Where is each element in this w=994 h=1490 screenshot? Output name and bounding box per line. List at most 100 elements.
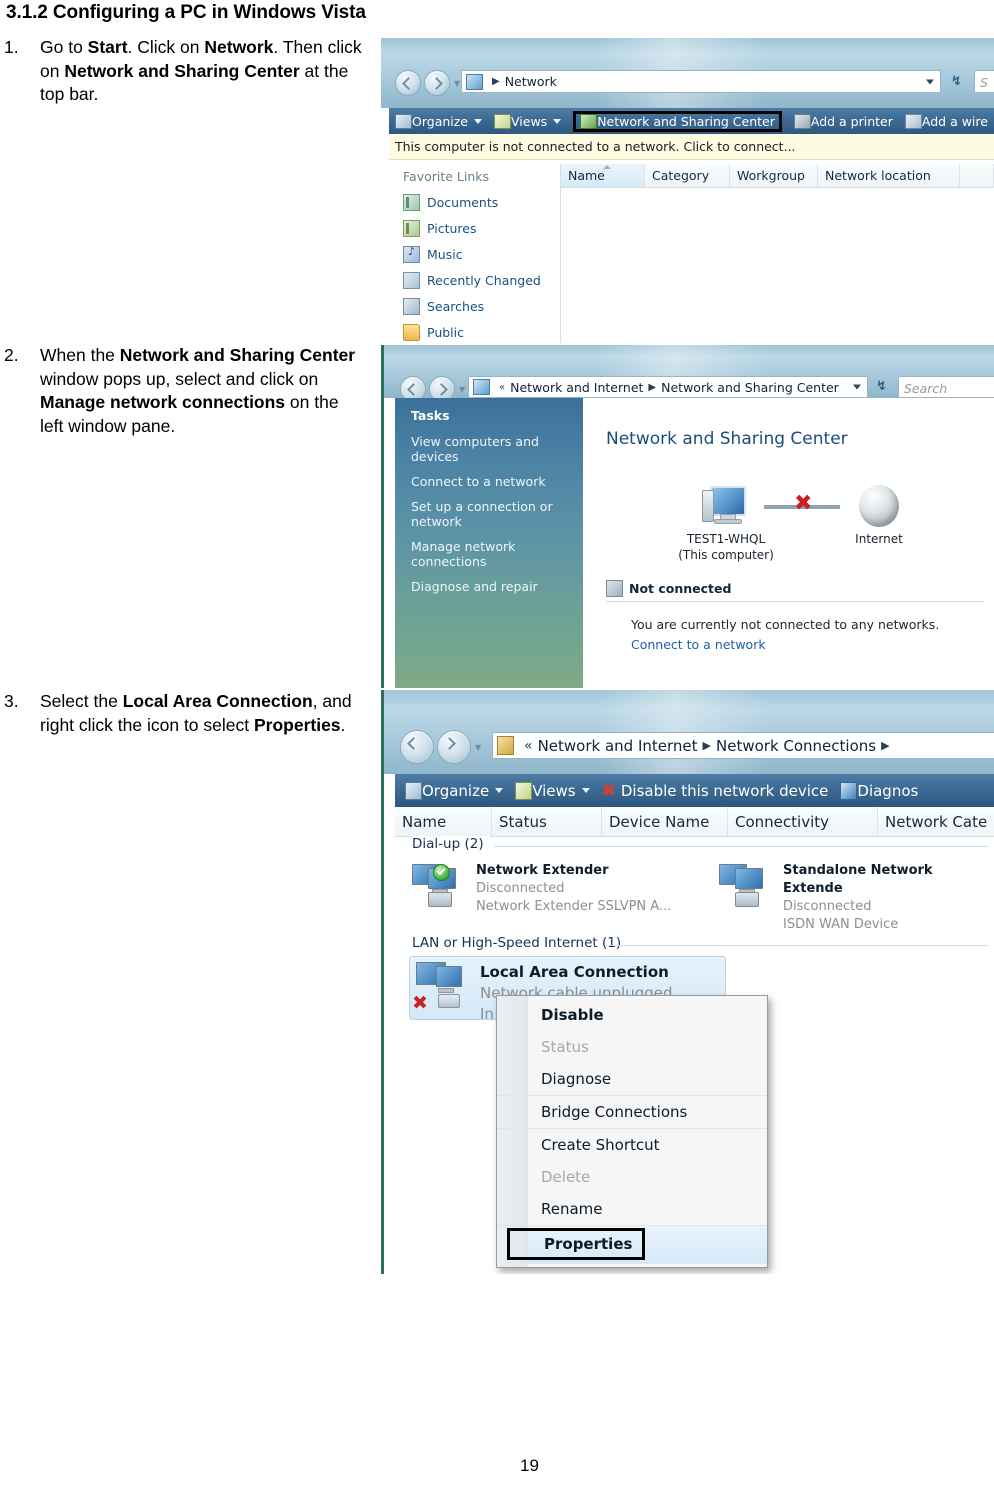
monitor-screen-icon (436, 966, 462, 987)
network-and-sharing-center-button[interactable]: Network and Sharing Center (573, 110, 782, 132)
column-header-network-location[interactable]: Network location (818, 164, 960, 187)
column-header-category[interactable]: Category (645, 164, 730, 187)
chevron-down-icon[interactable] (853, 384, 861, 390)
broken-link-x-icon: ✖ (794, 491, 813, 516)
search-input[interactable]: Search (898, 376, 994, 398)
history-dropdown-icon[interactable]: ▼ (475, 743, 481, 752)
connection-name: Local Area Connection (480, 963, 669, 981)
chevron-down-icon[interactable] (553, 118, 562, 124)
navigation-buttons[interactable]: ▼ (395, 70, 463, 96)
address-bar[interactable]: ▶ Network (461, 70, 941, 93)
computer-icon[interactable] (702, 486, 748, 526)
context-menu-row-properties[interactable]: Properties (497, 1226, 767, 1264)
step-text-part: Select the (40, 691, 123, 711)
sidebar-item-searches[interactable]: Searches (389, 293, 560, 319)
sidebar-item-diagnose-and-repair[interactable]: Diagnose and repair (395, 574, 583, 599)
ethernet-plug-icon (438, 994, 460, 1008)
network-icon (497, 736, 514, 755)
connection-status: Disconnected (476, 881, 565, 896)
step-text-part: Start (87, 37, 128, 57)
column-label: Network Cate (885, 812, 988, 831)
back-button-icon[interactable] (400, 730, 434, 764)
views-label: Views (532, 781, 576, 800)
address-bar[interactable]: « Network and Internet ▶ Network and Sha… (468, 376, 868, 398)
step-text: Select the Local Area Connection, and ri… (40, 690, 364, 737)
connection-item-network-extender[interactable]: Network Extender Disconnected Network Ex… (476, 862, 671, 916)
breadcrumb-network-connections[interactable]: Network Connections (716, 737, 876, 755)
history-dropdown-icon[interactable]: ▼ (454, 79, 460, 88)
forward-button-icon[interactable] (424, 70, 450, 96)
column-header-status[interactable]: Status (492, 807, 602, 836)
search-input[interactable]: S (974, 70, 994, 93)
refresh-icon[interactable]: ↯ (876, 379, 887, 394)
chevron-down-icon[interactable] (581, 788, 590, 793)
sidebar-item-pictures[interactable]: Pictures (389, 215, 560, 241)
organize-button[interactable]: Organize (395, 113, 482, 129)
monitor-screen-icon (735, 868, 763, 889)
navigation-buttons[interactable]: ▼ (400, 730, 484, 764)
context-menu-item-create-shortcut[interactable]: Create Shortcut (497, 1129, 767, 1161)
diagnose-button[interactable]: Diagnos (840, 781, 919, 800)
context-menu-item-bridge-connections[interactable]: Bridge Connections (497, 1096, 767, 1129)
column-header-device-name[interactable]: Device Name (602, 807, 728, 836)
context-menu-item-rename[interactable]: Rename (497, 1193, 767, 1226)
step-number: 1. (4, 37, 19, 57)
breadcrumb-network-and-internet[interactable]: Network and Internet (538, 737, 698, 755)
group-divider (494, 846, 989, 847)
status-text: You are currently not connected to any n… (631, 617, 940, 632)
connect-to-a-network-link[interactable]: Connect to a network (631, 637, 766, 652)
connection-item-standalone-network-extender[interactable]: Standalone Network Extende Disconnected … (783, 862, 994, 934)
sidebar-item-connect-to-a-network[interactable]: Connect to a network (395, 469, 583, 494)
context-menu[interactable]: Disable Status Diagnose Bridge Connectio… (496, 995, 768, 1268)
step-text-part: Local Area Connection (122, 691, 313, 711)
views-button[interactable]: Views (515, 781, 590, 800)
internet-globe-icon[interactable] (859, 485, 899, 527)
column-header-network-category[interactable]: Network Cate (878, 807, 994, 836)
sidebar-item-public[interactable]: Public (389, 319, 560, 343)
add-wireless-label: Add a wire (921, 113, 988, 129)
diagnose-icon (840, 781, 858, 800)
breadcrumb-overflow-icon[interactable]: « (524, 738, 533, 754)
network-status-icon (606, 580, 623, 597)
sidebar-item-recently-changed[interactable]: Recently Changed (389, 267, 560, 293)
breadcrumb-overflow-icon[interactable]: « (499, 382, 505, 393)
add-printer-button[interactable]: Add a printer (793, 113, 893, 129)
command-toolbar[interactable]: Organize Views ✖ Disable this network de… (395, 774, 994, 807)
chevron-down-icon[interactable] (926, 79, 934, 84)
refresh-icon[interactable]: ↯ (951, 74, 962, 89)
sidebar-item-manage-network-connections[interactable]: Manage network connections (395, 534, 583, 574)
tasks-pane: Tasks View computers and devices Connect… (395, 398, 583, 688)
column-header-workgroup[interactable]: Workgroup (730, 164, 818, 187)
divider (606, 601, 984, 602)
column-header-extra[interactable] (960, 164, 994, 187)
sidebar-item-documents[interactable]: Documents (389, 189, 560, 215)
diagnose-label: Diagnos (857, 781, 919, 800)
forward-button-icon[interactable] (437, 730, 471, 764)
views-button[interactable]: Views (494, 113, 562, 129)
sidebar-item-view-computers-and-devices[interactable]: View computers and devices (395, 429, 583, 469)
column-header-name[interactable]: Name (561, 164, 645, 187)
add-wireless-device-button[interactable]: Add a wire (904, 113, 988, 129)
breadcrumb-network-and-sharing-center[interactable]: Network and Sharing Center (661, 380, 839, 395)
address-bar[interactable]: « Network and Internet ▶ Network Connect… (492, 732, 994, 759)
sidebar-item-set-up-a-connection-or-network[interactable]: Set up a connection or network (395, 494, 583, 534)
organize-button[interactable]: Organize (405, 781, 504, 800)
chevron-down-icon[interactable] (474, 118, 482, 124)
back-button-icon[interactable] (395, 70, 421, 96)
column-header-name[interactable]: Name (395, 807, 492, 836)
column-header-connectivity[interactable]: Connectivity (728, 807, 878, 836)
disable-network-device-button[interactable]: ✖ Disable this network device (602, 781, 829, 801)
context-menu-item-diagnose[interactable]: Diagnose (497, 1063, 767, 1096)
cable-unplugged-x-icon: ✖ (412, 992, 428, 1014)
context-menu-item-disable[interactable]: Disable (497, 999, 767, 1031)
step-text-part: Properties (253, 714, 341, 735)
chevron-down-icon[interactable] (495, 788, 504, 793)
info-bar[interactable]: This computer is not connected to a netw… (389, 134, 994, 160)
sidebar-item-music[interactable]: Music (389, 241, 560, 267)
file-list-area[interactable] (561, 188, 994, 343)
breadcrumb-network-and-internet[interactable]: Network and Internet (510, 380, 643, 395)
history-dropdown-icon[interactable]: ▼ (459, 385, 465, 394)
command-toolbar[interactable]: Organize Views Network and Sharing Cente… (389, 108, 994, 134)
context-menu-item-properties[interactable]: Properties (507, 1228, 646, 1260)
breadcrumb-network[interactable]: Network (505, 74, 557, 89)
